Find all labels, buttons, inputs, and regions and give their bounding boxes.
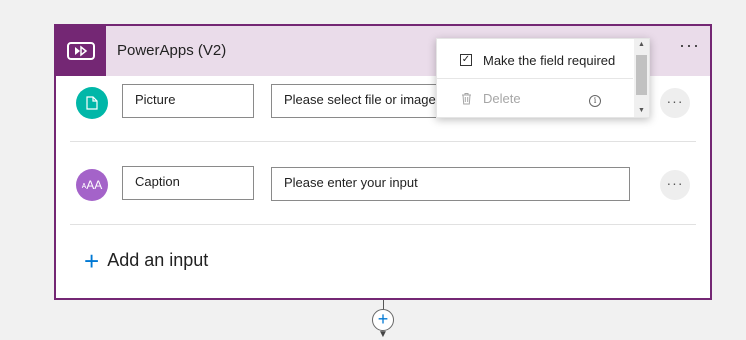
input-name-field[interactable]: Picture — [122, 84, 254, 118]
plus-icon: + — [84, 245, 100, 276]
scroll-up-arrow-icon[interactable]: ▲ — [634, 39, 649, 51]
scrollbar-thumb[interactable] — [636, 55, 647, 95]
trash-icon — [459, 91, 473, 105]
divider — [70, 224, 696, 225]
arrow-down-icon: ▼ — [378, 329, 388, 340]
checkbox-checked-icon[interactable]: ✓ — [460, 54, 472, 66]
add-input-label: Add an input — [107, 250, 209, 270]
divider — [70, 141, 696, 142]
input-value-field[interactable]: Please enter your input — [271, 167, 630, 201]
input-name-field[interactable]: Caption — [122, 166, 254, 200]
file-icon — [76, 87, 108, 119]
insert-step-button[interactable]: + — [372, 309, 394, 331]
scroll-down-arrow-icon[interactable]: ▼ — [634, 105, 649, 117]
menu-scrollbar[interactable]: ▲ ▼ — [634, 39, 649, 117]
input-more-options-button[interactable]: ··· — [660, 88, 690, 118]
powerapps-icon — [56, 26, 106, 76]
input-more-options-button[interactable]: ··· — [660, 170, 690, 200]
text-icon: ᴀ AA — [76, 169, 108, 201]
delete-menu-item[interactable]: Delete — [437, 79, 633, 117]
text-icon-glyph: AA — [86, 178, 103, 192]
delete-label: Delete — [483, 90, 521, 106]
card-more-options-button[interactable]: ··· — [679, 36, 700, 54]
add-input-button[interactable]: + Add an input — [84, 245, 209, 276]
make-required-label: Make the field required — [483, 52, 616, 68]
card-title: PowerApps (V2) — [117, 42, 227, 59]
input-options-menu: ✓ Make the field required Delete i ▲ ▼ — [436, 38, 650, 118]
make-required-menu-item[interactable]: ✓ Make the field required — [437, 41, 633, 79]
info-icon[interactable]: i — [589, 95, 601, 107]
